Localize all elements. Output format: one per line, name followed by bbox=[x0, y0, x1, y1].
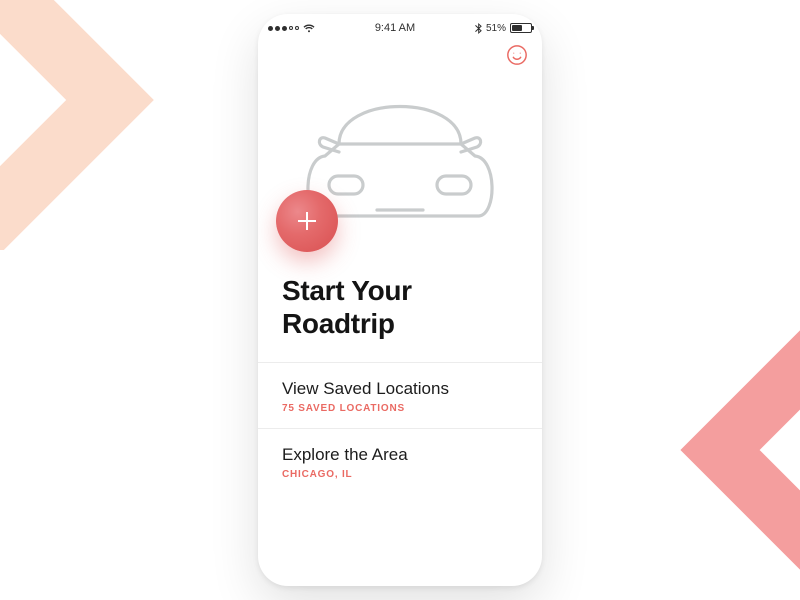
wifi-icon bbox=[303, 24, 315, 33]
plus-icon bbox=[294, 208, 320, 234]
status-right: 51% bbox=[475, 23, 532, 34]
row-saved-locations[interactable]: View Saved Locations 75 SAVED LOCATIONS bbox=[258, 362, 542, 428]
status-time: 9:41 AM bbox=[375, 22, 415, 34]
battery-icon bbox=[510, 23, 532, 33]
add-trip-button[interactable] bbox=[276, 190, 338, 252]
phone-frame: 9:41 AM 51% bbox=[258, 14, 542, 586]
row-explore-area[interactable]: Explore the Area CHICAGO, IL bbox=[258, 428, 542, 494]
car-illustration bbox=[258, 54, 542, 244]
status-left bbox=[268, 24, 315, 33]
row-title: Explore the Area bbox=[282, 445, 518, 465]
bg-chevron-left bbox=[0, 0, 220, 250]
battery-percent: 51% bbox=[486, 23, 506, 34]
row-title: View Saved Locations bbox=[282, 379, 518, 399]
bg-chevron-right bbox=[610, 300, 800, 600]
signal-dots-icon bbox=[268, 26, 299, 31]
bluetooth-icon bbox=[475, 23, 482, 34]
row-subtitle: CHICAGO, IL bbox=[282, 469, 518, 480]
status-bar: 9:41 AM 51% bbox=[258, 14, 542, 36]
row-subtitle: 75 SAVED LOCATIONS bbox=[282, 403, 518, 414]
page-headline: Start Your Roadtrip bbox=[258, 244, 542, 362]
